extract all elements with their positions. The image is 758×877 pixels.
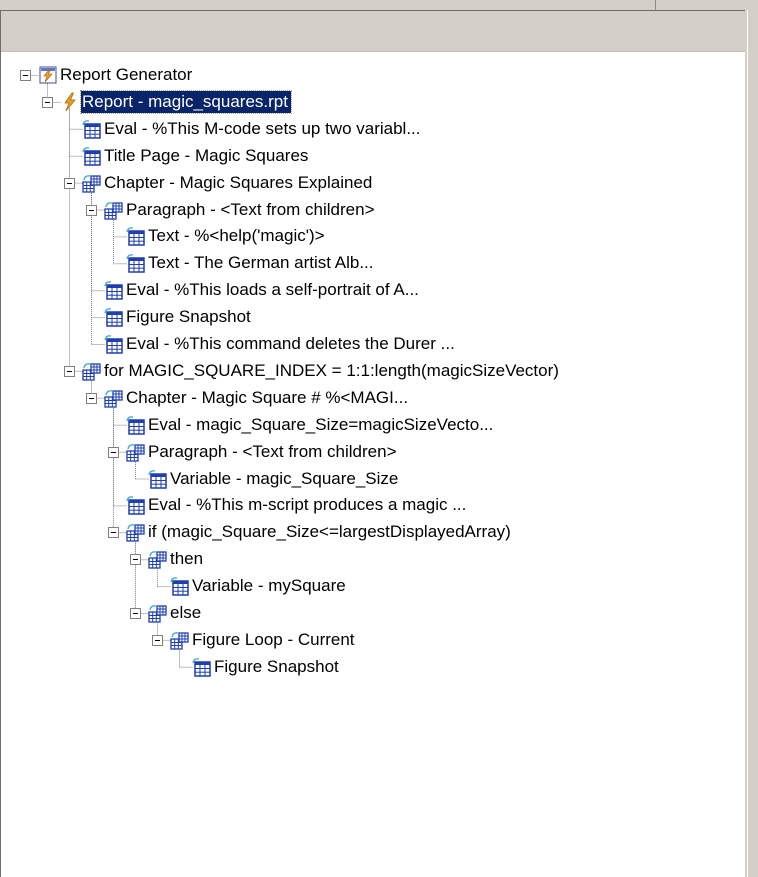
tree-item-label: Eval - %This M-code sets up two variabl.…: [104, 118, 421, 138]
tree-item-label: Figure Loop - Current: [192, 629, 355, 649]
tree-item-label: Report Generator: [60, 65, 193, 84]
tree-item[interactable]: Eval - %This m-script produces a magic .…: [126, 492, 469, 518]
component-icon: [126, 253, 146, 274]
outline-panel: Report Generator Report - magic_squares.r…: [0, 10, 745, 877]
tree-item-label: Report - magic_squares.rpt: [80, 89, 292, 114]
tree-item[interactable]: for MAGIC_SQUARE_INDEX = 1:1:length(magi…: [82, 358, 562, 384]
collapse-toggle[interactable]: [86, 392, 97, 404]
tree-item-label: for MAGIC_SQUARE_INDEX = 1:1:length(magi…: [104, 360, 559, 380]
tree-item-label: Title Page - Magic Squares: [104, 145, 309, 165]
tree-item-label: Eval - %This command deletes the Durer .…: [126, 334, 455, 353]
component-icon: [104, 280, 124, 300]
tree-item[interactable]: Paragraph - <Text from children>: [104, 197, 378, 223]
component-icon: [104, 307, 124, 327]
collapse-toggle[interactable]: [86, 204, 97, 216]
tree-item[interactable]: Figure Snapshot: [192, 654, 342, 680]
collapse-toggle[interactable]: [152, 634, 163, 646]
tree-item[interactable]: Eval - %This loads a self-portrait of A.…: [104, 277, 422, 303]
tree-item-label: else: [170, 603, 202, 622]
tree-item-label: Variable - mySquare: [192, 576, 346, 596]
tree-item[interactable]: then: [148, 546, 206, 572]
tree-item[interactable]: Chapter - Magic Squares Explained: [82, 170, 375, 196]
tree-item[interactable]: if (magic_Square_Size<=largestDisplayedA…: [126, 519, 514, 545]
tree-item-label: Paragraph - <Text from children>: [148, 441, 397, 461]
parent-component-icon: [126, 522, 146, 542]
parent-component-icon: [148, 603, 168, 623]
component-icon: [82, 119, 102, 139]
tree-item[interactable]: Text - %<help('magic')>: [126, 223, 328, 249]
tree-item-label: Text - %<help('magic')>: [148, 226, 325, 246]
tree-item[interactable]: Figure Loop - Current: [170, 627, 358, 653]
tree-item[interactable]: Variable - magic_Square_Size: [148, 466, 401, 492]
lightning-report-icon: [60, 92, 80, 112]
tree-item-label: Eval - magic_Square_Size=magicSizeVecto.…: [148, 414, 494, 434]
report-generator-icon: [38, 65, 58, 85]
parent-component-icon: [104, 388, 124, 408]
component-icon: [126, 226, 146, 247]
parent-component-icon: [82, 173, 102, 193]
parent-component-icon: [148, 549, 168, 569]
collapse-toggle[interactable]: [130, 608, 141, 619]
component-icon: [192, 657, 212, 677]
component-icon: [126, 495, 146, 516]
tree-item-label: Figure Snapshot: [214, 656, 339, 676]
tree-item-label: Chapter - Magic Square # %<MAGI...: [126, 387, 409, 407]
top-strip: [0, 0, 758, 10]
tree-item[interactable]: else: [148, 600, 204, 626]
parent-component-icon: [104, 200, 124, 220]
component-icon: [170, 576, 190, 596]
tree-item[interactable]: Chapter - Magic Square # %<MAGI...: [104, 385, 411, 411]
collapse-toggle[interactable]: [20, 70, 31, 81]
parent-component-icon: [82, 361, 102, 381]
tree-item[interactable]: Variable - mySquare: [170, 573, 349, 599]
tree-item-label: Figure Snapshot: [126, 307, 251, 327]
collapse-toggle[interactable]: [64, 177, 75, 189]
collapse-toggle[interactable]: [64, 365, 75, 377]
tree-item-label: Variable - magic_Square_Size: [170, 468, 399, 488]
collapse-toggle[interactable]: [108, 527, 119, 539]
tree-item-label: if (magic_Square_Size<=largestDisplayedA…: [148, 522, 511, 542]
tree-item-label: Paragraph - <Text from children>: [126, 199, 375, 219]
component-icon: [126, 415, 146, 435]
tree-item[interactable]: Figure Snapshot: [104, 304, 254, 330]
tree-item-label: Eval - %This m-script produces a magic .…: [148, 495, 467, 515]
component-icon: [104, 334, 124, 354]
parent-component-icon: [170, 630, 190, 650]
component-icon: [148, 469, 168, 489]
tree-item[interactable]: Eval - %This M-code sets up two variabl.…: [82, 116, 424, 142]
top-strip-divider: [655, 0, 656, 10]
tree-item[interactable]: Report - magic_squares.rpt: [60, 89, 292, 115]
tree-item-label: then: [170, 549, 204, 569]
collapse-toggle[interactable]: [130, 554, 141, 566]
tree-item[interactable]: Eval - %This command deletes the Durer .…: [104, 331, 458, 357]
tree-item[interactable]: Text - The German artist Alb...: [126, 250, 377, 276]
component-icon: [82, 146, 102, 166]
tree-item[interactable]: Paragraph - <Text from children>: [126, 439, 400, 465]
tree-item-label: Eval - %This loads a self-portrait of A.…: [126, 280, 419, 300]
right-margin-edge: [747, 10, 748, 877]
tree-item[interactable]: Eval - magic_Square_Size=magicSizeVecto.…: [126, 412, 496, 438]
tree-item[interactable]: Report Generator: [38, 62, 195, 88]
tree-item-label: Chapter - Magic Squares Explained: [104, 172, 373, 192]
collapse-toggle[interactable]: [42, 96, 53, 108]
tree-item-label: Text - The German artist Alb...: [148, 253, 374, 273]
parent-component-icon: [126, 442, 146, 462]
collapse-toggle[interactable]: [108, 446, 119, 458]
right-margin: [745, 10, 758, 877]
tree-item[interactable]: Title Page - Magic Squares: [82, 143, 311, 169]
